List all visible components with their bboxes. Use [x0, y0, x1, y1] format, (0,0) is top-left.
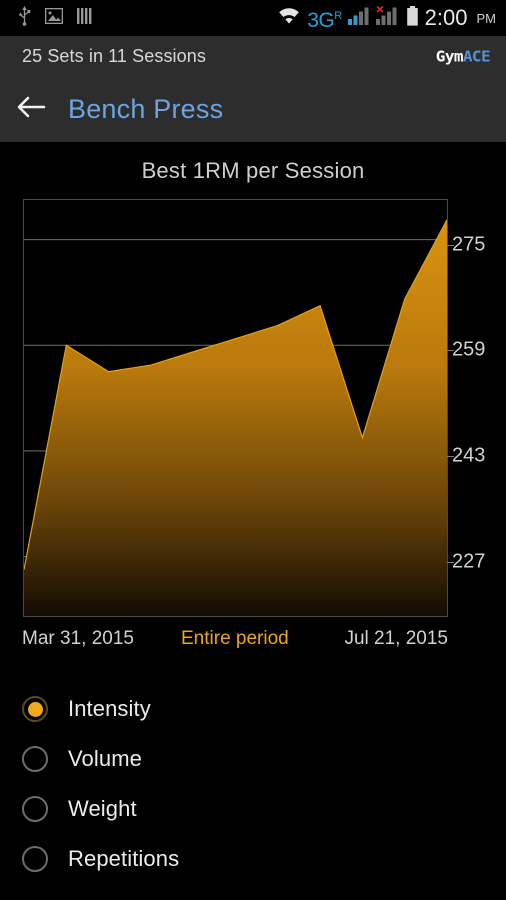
clock-time: 2:00	[424, 5, 468, 30]
chart-y-axis-labels: 227 243 259 275	[447, 199, 506, 617]
chart-title: Best 1RM per Session	[141, 158, 365, 183]
metric-option-label: Weight	[68, 796, 137, 821]
metric-option-repetitions[interactable]: Repetitions	[0, 834, 506, 884]
brand-ace-text: ACE	[462, 46, 491, 66]
metric-option-label: Volume	[68, 746, 142, 771]
status-bar: 3GR 2:00 PM	[0, 0, 506, 36]
x-axis-end-date: Jul 21, 2015	[344, 628, 448, 649]
screenshot-image-icon	[44, 7, 64, 29]
back-arrow-icon	[16, 95, 46, 124]
period-selector-label[interactable]: Entire period	[181, 628, 289, 650]
chart-container: 227 243 259 275	[0, 194, 506, 624]
radio-button[interactable]	[22, 796, 48, 822]
battery-icon	[406, 5, 419, 31]
clock-ampm: PM	[476, 10, 497, 26]
status-bar-left-icons	[0, 5, 93, 31]
radio-button-selected[interactable]	[22, 696, 48, 722]
gymace-logo: GymACE	[436, 47, 506, 65]
wifi-icon	[277, 6, 301, 30]
sets-summary-label: 25 Sets in 11 Sessions	[22, 45, 206, 66]
radio-button[interactable]	[22, 746, 48, 772]
brand-gym-text: Gym	[435, 46, 464, 66]
radio-button[interactable]	[22, 846, 48, 872]
y-axis-tick-label: 275	[452, 233, 486, 256]
chart-area-series	[24, 219, 447, 616]
chart-plot-area[interactable]	[23, 199, 448, 617]
radio-dot-icon	[27, 701, 43, 717]
back-button[interactable]	[0, 76, 62, 142]
signal-bars-no-service-icon	[375, 5, 400, 30]
signal-bars-icon	[347, 6, 370, 30]
usb-icon	[18, 5, 31, 31]
chart-svg	[24, 219, 447, 616]
metric-option-volume[interactable]: Volume	[0, 734, 506, 784]
metric-option-label: Repetitions	[68, 846, 180, 871]
network-type-label: 3GR	[307, 8, 342, 32]
y-axis-tick-label: 259	[452, 338, 486, 361]
metric-option-weight[interactable]: Weight	[0, 784, 506, 834]
metric-option-intensity[interactable]: Intensity	[0, 684, 506, 734]
metric-option-label: Intensity	[68, 696, 151, 721]
x-axis-start-date: Mar 31, 2015	[22, 628, 134, 649]
status-bar-right-icons: 3GR 2:00 PM	[277, 5, 506, 32]
app-bar: 25 Sets in 11 Sessions GymACE Bench Pres…	[0, 36, 506, 142]
page-title: Bench Press	[68, 93, 224, 124]
y-axis-tick-label: 243	[452, 444, 486, 467]
vertical-bars-icon	[77, 7, 93, 29]
chart-x-axis: Mar 31, 2015 Entire period Jul 21, 2015	[0, 622, 506, 656]
metric-radio-group: Intensity Volume Weight Repetitions	[0, 684, 506, 884]
app-bar-title-row: Bench Press	[0, 76, 506, 142]
y-axis-tick-label: 227	[452, 550, 486, 573]
app-bar-subtitle-row: 25 Sets in 11 Sessions GymACE	[0, 36, 506, 76]
content-area: Best 1RM per Session 227243259275 Mar	[0, 142, 506, 900]
